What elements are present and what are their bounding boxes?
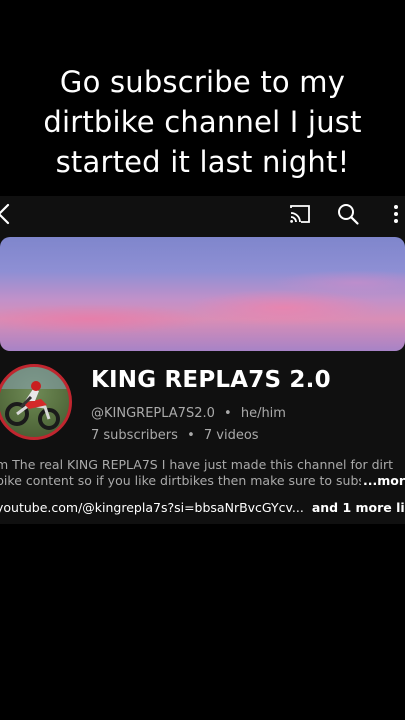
channel-handle-row: @KINGREPLA7S2.0 • he/him: [91, 406, 286, 421]
description-line-1: m The real KING REPLA7S I have just made…: [0, 457, 394, 472]
youtube-channel-screenshot: KING REPLA7S 2.0 @KINGREPLA7S2.0 • he/hi…: [0, 196, 405, 524]
description-line-2: bike content so if you like dirtbikes th…: [0, 473, 365, 488]
description-more-button[interactable]: ...more: [361, 473, 405, 488]
search-icon[interactable]: [336, 202, 360, 226]
separator-dot: •: [187, 428, 195, 443]
channel-links[interactable]: youtube.com/@kingrepla7s?si=bbsaNrBvcGYc…: [0, 500, 405, 515]
channel-handle: @KINGREPLA7S2.0: [91, 406, 215, 421]
caption-line-1: Go subscribe to my: [59, 65, 346, 99]
video-count: 7 videos: [203, 428, 259, 443]
back-icon[interactable]: [0, 202, 14, 226]
channel-name: KING REPLA7S 2.0: [91, 367, 331, 393]
video-caption: Go subscribe to my dirtbike channel I ju…: [0, 62, 405, 182]
caption-line-3: started it last night!: [55, 145, 350, 179]
more-links-button[interactable]: and 1 more link: [312, 500, 405, 515]
subscriber-count: 7 subscribers: [91, 428, 178, 443]
dirtbike-rider-icon: [0, 367, 69, 430]
cast-icon[interactable]: [288, 203, 312, 225]
caption-line-2: dirtbike channel I just: [43, 105, 362, 139]
top-app-bar: [0, 196, 405, 232]
separator-dot: •: [224, 406, 232, 421]
channel-pronouns: he/him: [240, 406, 286, 421]
channel-stats-row: 7 subscribers • 7 videos: [91, 428, 259, 443]
channel-avatar[interactable]: [0, 364, 72, 440]
channel-link-url[interactable]: youtube.com/@kingrepla7s?si=bbsaNrBvcGYc…: [0, 500, 304, 515]
channel-banner[interactable]: [0, 237, 405, 351]
channel-description[interactable]: m The real KING REPLA7S I have just made…: [0, 457, 405, 489]
more-vertical-icon[interactable]: [388, 202, 404, 226]
